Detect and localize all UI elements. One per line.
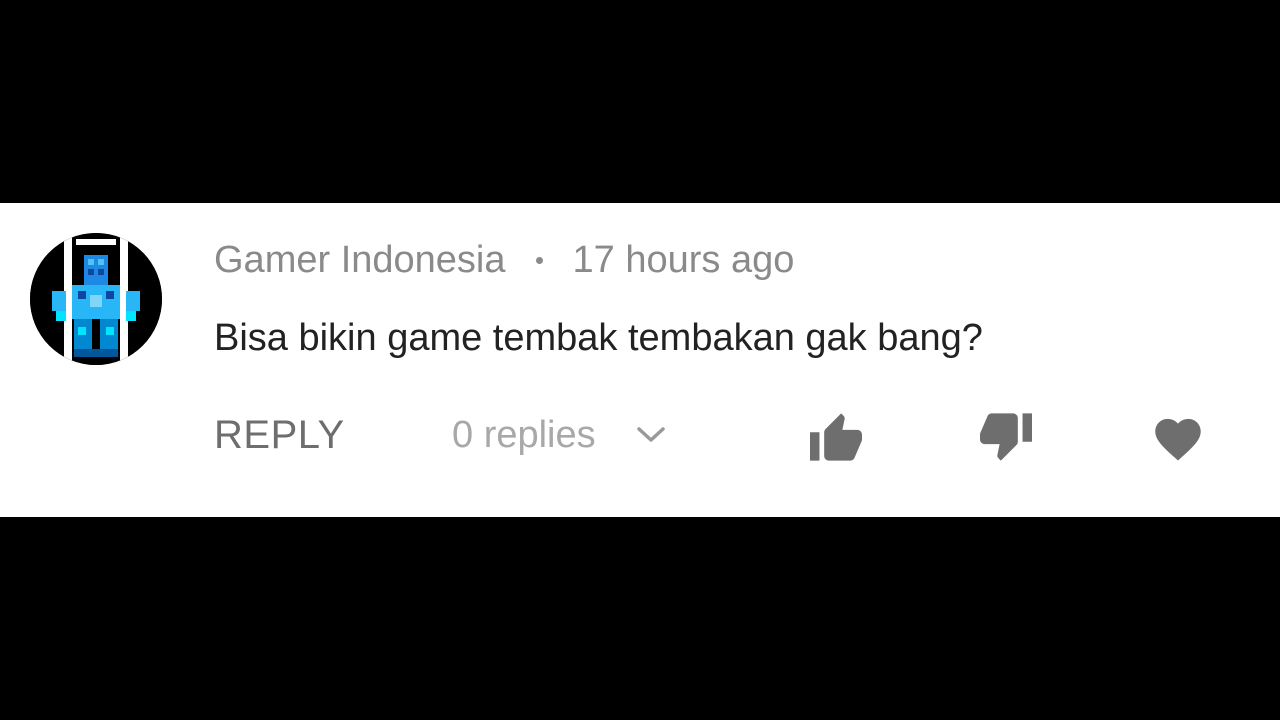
screen: Gamer Indonesia 17 hours ago Bisa bikin … (0, 0, 1280, 720)
timestamp: 17 hours ago (572, 238, 795, 281)
pixel-character-avatar-icon (30, 233, 162, 365)
dislike-button[interactable] (976, 407, 1036, 467)
heart-button[interactable] (1148, 407, 1208, 467)
heart-icon (1155, 418, 1201, 461)
thumbs-down-icon (980, 413, 1032, 461)
comment-text: Bisa bikin game tembak tembakan gak bang… (214, 316, 983, 359)
comment-meta: Gamer Indonesia 17 hours ago (214, 235, 794, 285)
author-name[interactable]: Gamer Indonesia (214, 239, 506, 282)
replies-toggle[interactable]: 0 replies (452, 410, 666, 460)
comment-card: Gamer Indonesia 17 hours ago Bisa bikin … (0, 203, 1280, 517)
thumbs-up-icon (810, 413, 862, 461)
avatar[interactable] (30, 233, 162, 365)
reply-button[interactable]: REPLY (214, 410, 345, 460)
like-button[interactable] (806, 407, 866, 467)
separator-dot (535, 256, 543, 264)
replies-count: 0 replies (452, 413, 596, 456)
chevron-down-icon (636, 425, 666, 445)
